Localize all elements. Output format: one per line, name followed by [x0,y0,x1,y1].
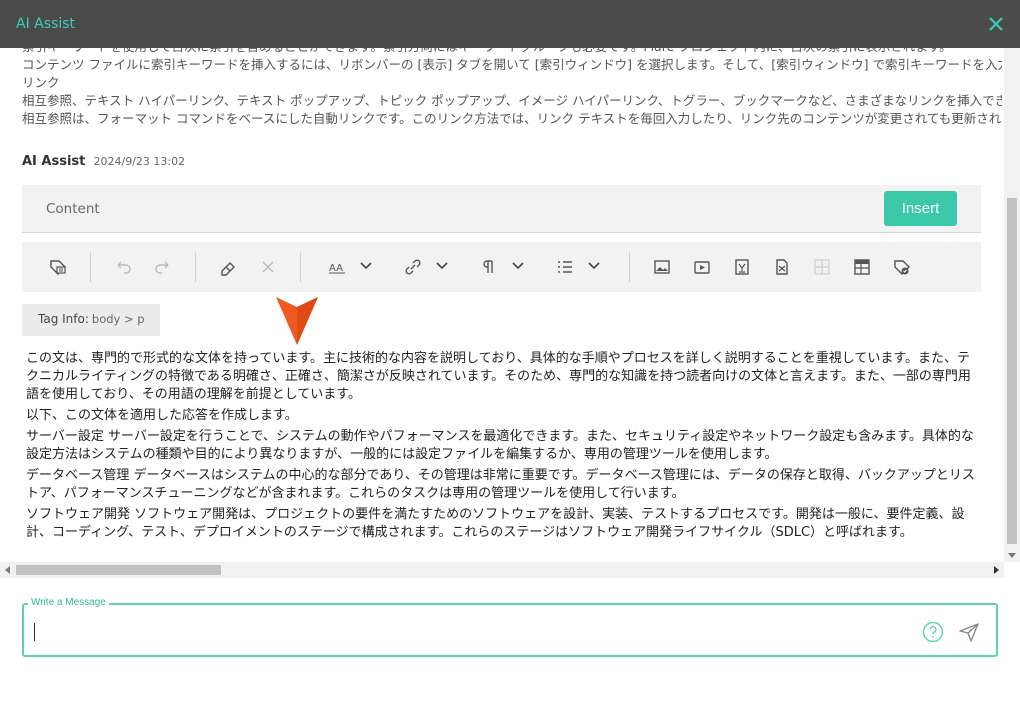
pointer-arrow-icon [276,297,318,345]
horizontal-scroll-thumb[interactable] [16,565,221,575]
chevron-down-icon[interactable] [435,259,449,273]
scroll-right-arrow-icon[interactable] [994,566,999,574]
close-icon[interactable] [986,14,1006,34]
previous-line: 索引キーワードを使用して目次に索引を含めることができます。索引方向にはキーワード… [22,48,1002,56]
send-icon[interactable] [958,621,980,643]
previous-message: 索引キーワードを使用して目次に索引を含めることができます。索引方向にはキーワード… [22,48,1002,128]
vertical-scroll-thumb[interactable] [1007,198,1017,544]
tag-info-label: Tag Info: [38,312,89,326]
text-caret [34,623,35,641]
editor-tab-bar: Content Insert [22,185,981,233]
font-size-icon[interactable]: AA [328,257,348,277]
previous-line: 相互参照、テキスト ハイパーリンク、テキスト ポップアップ、トピック ポップアッ… [22,93,1002,108]
message-timestamp: 2024/9/23 13:02 [93,155,186,168]
chevron-down-icon[interactable] [511,259,525,273]
eraser-icon[interactable] [218,257,238,277]
editor-content[interactable]: この文は、専門的で形式的な文体を持っています。主に技術的な内容を説明しており、具… [26,350,981,545]
undo-icon[interactable] [113,257,133,277]
previous-line: コンテンツ ファイルに索引キーワードを挿入するには、リボンバーの [表示] タブ… [22,57,1002,72]
previous-line: リンク [22,75,60,90]
chevron-down-icon[interactable] [359,259,373,273]
content-paragraph: ソフトウェア開発 ソフトウェア開発は、プロジェクトの要件を満たすためのソフトウェ… [26,507,965,540]
link-icon[interactable] [403,257,423,277]
insert-button[interactable]: Insert [884,191,957,226]
insert-tag-icon[interactable] [48,257,68,277]
message-author: AI Assist [22,154,86,169]
list-icon[interactable] [555,257,575,277]
redo-icon[interactable] [153,257,173,277]
text-variable-icon[interactable] [732,257,752,277]
content-paragraph: 以下、この文体を適用した応答を作成します。 [26,408,298,423]
table-style-icon[interactable] [852,257,872,277]
video-icon[interactable] [692,257,712,277]
content-paragraph: サーバー設定 サーバー設定を行うことで、システムの動作やパフォーマンスを最適化で… [26,429,974,462]
vertical-scrollbar[interactable] [1004,48,1020,562]
scroll-down-arrow-icon[interactable] [1008,553,1016,558]
toolbar-separator [195,252,196,282]
editor-toolbar: AA [22,242,981,292]
toolbar-separator [300,252,301,282]
message-header: AI Assist 2024/9/23 13:02 [22,154,185,169]
message-composer [22,603,998,657]
horizontal-scrollbar[interactable] [0,562,1004,578]
condition-tag-icon[interactable] [892,257,912,277]
table-icon[interactable] [812,257,832,277]
toolbar-separator [90,252,91,282]
tab-content[interactable]: Content [46,201,100,217]
image-icon[interactable] [652,257,672,277]
chevron-down-icon[interactable] [587,259,601,273]
snippet-icon[interactable] [772,257,792,277]
tag-info-path: body > p [91,312,145,326]
tag-info: Tag Info: body > p [22,304,160,336]
help-icon[interactable] [922,621,944,643]
clear-icon[interactable] [258,257,278,277]
previous-line: 相互参照は、フォーマット コマンドをベースにした自動リンクです。このリンク方法で… [22,111,1002,126]
svg-text:AA: AA [329,263,343,274]
paragraph-icon[interactable] [479,257,499,277]
scroll-left-arrow-icon[interactable] [5,566,10,574]
content-paragraph: この文は、専門的で形式的な文体を持っています。主に技術的な内容を説明しており、具… [26,351,971,402]
composer-label: Write a Message [28,597,109,608]
title-bar: AI Assist [0,0,1020,48]
content-paragraph: データベース管理 データベースはシステムの中心的な部分であり、その管理は非常に重… [26,468,975,501]
message-input[interactable] [34,615,904,647]
window-title: AI Assist [16,16,75,32]
toolbar-separator [629,252,630,282]
